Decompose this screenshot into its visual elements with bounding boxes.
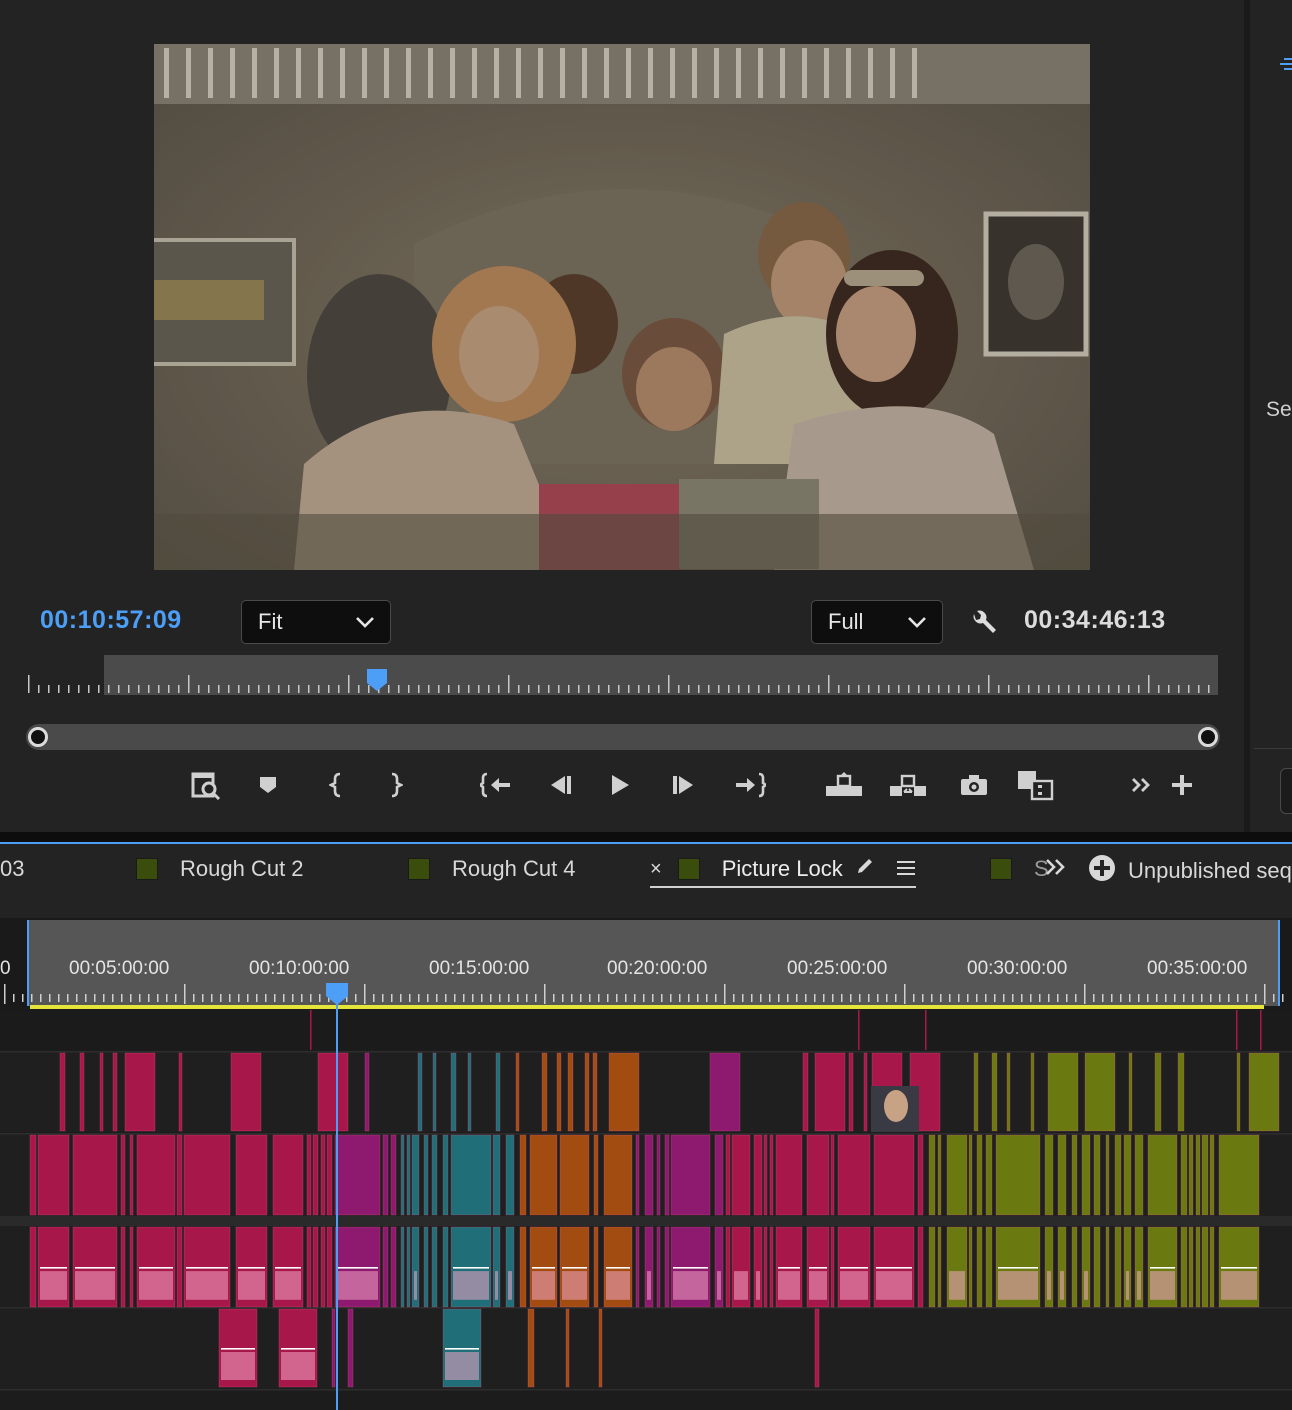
- ruler-label: 00:15:00:00: [429, 958, 530, 979]
- resolution-value: Full: [828, 609, 864, 634]
- more-controls-icon[interactable]: [1122, 764, 1162, 806]
- ruler-label: 00:05:00:00: [69, 958, 170, 979]
- active-tab-underline: [650, 886, 916, 888]
- tab-partial-s[interactable]: S: [990, 854, 1049, 884]
- play-button[interactable]: [600, 764, 640, 806]
- tab-rough-cut-4[interactable]: Rough Cut 4: [408, 854, 576, 884]
- tab-picture-lock[interactable]: × Picture Lock: [650, 854, 915, 884]
- playback-resolution-dropdown[interactable]: Full: [811, 600, 943, 644]
- tab-menu-icon[interactable]: [896, 856, 915, 882]
- mark-out-icon[interactable]: [376, 764, 416, 806]
- tab-rough-cut-2[interactable]: Rough Cut 2: [136, 854, 304, 884]
- go-to-out-icon[interactable]: [730, 764, 770, 806]
- step-forward-icon[interactable]: [664, 764, 704, 806]
- zoom-level-value: Fit: [258, 609, 283, 634]
- play-icon: [612, 775, 629, 795]
- timeline-ruler-ticks: [4, 984, 1284, 1004]
- plus-circle-icon: [1088, 854, 1116, 888]
- go-to-in-icon[interactable]: [476, 764, 516, 806]
- extract-icon[interactable]: [888, 764, 928, 806]
- wrench-icon[interactable]: [968, 606, 1000, 638]
- sequence-color-swatch: [990, 858, 1012, 880]
- add-button-icon[interactable]: [1162, 764, 1202, 806]
- step-back-icon[interactable]: [540, 764, 580, 806]
- panel-divider[interactable]: [0, 832, 1292, 842]
- chevron-down-icon: [906, 609, 928, 635]
- close-icon[interactable]: ×: [650, 858, 662, 881]
- right-panel-field[interactable]: [1280, 768, 1292, 814]
- pencil-icon[interactable]: [855, 856, 875, 882]
- timeline-playhead[interactable]: [325, 982, 349, 1006]
- sequence-color-swatch: [408, 858, 430, 880]
- tab-label: Rough Cut 4: [452, 856, 576, 881]
- right-panel-label: Sel: [1266, 398, 1292, 421]
- playhead-timecode[interactable]: 00:10:57:09: [40, 606, 182, 635]
- unpublished-label: Unpublished seq: [1128, 858, 1292, 883]
- mark-in-icon[interactable]: [316, 764, 356, 806]
- timeline-tracks[interactable]: [0, 1010, 1292, 1410]
- sequence-color-swatch: [677, 858, 700, 880]
- ruler-label: 00:30:00:00: [967, 958, 1068, 979]
- more-tabs-icon[interactable]: [1044, 858, 1068, 881]
- monitor-zoom-scrollbar[interactable]: [26, 724, 1220, 750]
- unpublished-sequence-button[interactable]: Unpublished seq: [1088, 854, 1292, 888]
- ruler-label: 00:20:00:00: [607, 958, 708, 979]
- duration-timecode: 00:34:46:13: [1024, 606, 1166, 634]
- video-frame[interactable]: [154, 44, 1090, 570]
- chevron-down-icon: [354, 609, 376, 635]
- add-marker-icon[interactable]: [248, 764, 288, 806]
- ruler-label-partial: 0: [0, 958, 11, 979]
- tab-label: Picture Lock: [721, 856, 843, 881]
- sequence-color-swatch: [136, 858, 158, 880]
- monitor-playhead-marker[interactable]: [366, 668, 388, 692]
- list-settings-icon[interactable]: [1280, 52, 1292, 76]
- timeline-playhead-line[interactable]: [336, 996, 338, 1410]
- tab-label: Rough Cut 2: [180, 856, 304, 881]
- zoom-level-dropdown[interactable]: Fit: [241, 600, 391, 644]
- ruler-label: 00:35:00:00: [1147, 958, 1248, 979]
- export-frame-icon[interactable]: [954, 764, 994, 806]
- monitor-ruler-ticks: [28, 675, 1210, 693]
- tab-partial-left[interactable]: 03: [0, 854, 24, 884]
- zoom-scrollbar-left-handle[interactable]: [28, 727, 48, 747]
- timeline-clips[interactable]: [0, 1010, 1292, 1410]
- work-area-bar[interactable]: [30, 1005, 1264, 1009]
- ruler-label: 00:10:00:00: [249, 958, 350, 979]
- zoom-scrollbar-right-handle[interactable]: [1198, 727, 1218, 747]
- export-frame-search-icon[interactable]: [186, 764, 226, 806]
- ruler-label: 00:25:00:00: [787, 958, 888, 979]
- comparison-view-icon[interactable]: [1016, 764, 1056, 806]
- lift-icon[interactable]: [824, 764, 864, 806]
- active-panel-highlight: [0, 842, 1292, 844]
